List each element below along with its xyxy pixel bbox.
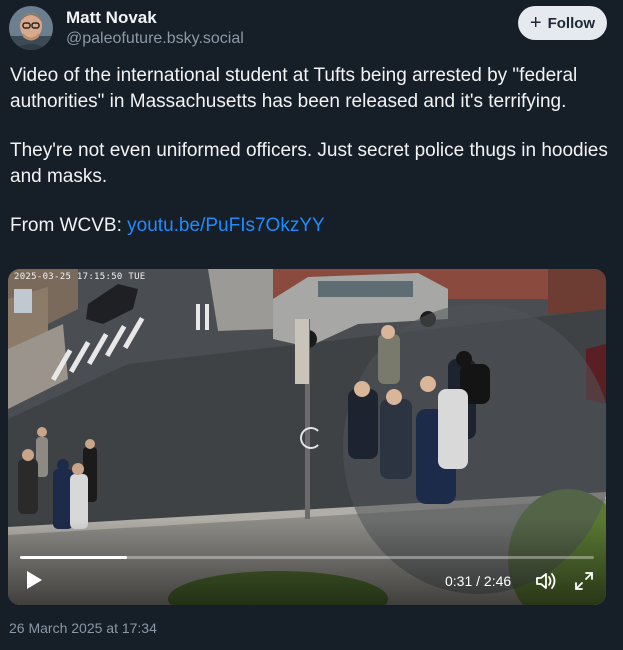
loading-spinner-icon [300,427,322,449]
video-progress-bar[interactable] [20,556,594,559]
volume-icon [536,573,556,589]
plus-icon: + [529,12,542,34]
author-handle[interactable]: @paleofuture.bsky.social [66,30,244,48]
post-text: Video of the international student at Tu… [10,63,610,262]
post-paragraph: They're not even uniformed officers. Jus… [10,140,608,187]
play-icon [27,571,42,589]
video-progress-fill [20,556,128,559]
post-paragraph: From WCVB: youtu.be/PuFIs7OkzYY [10,213,610,239]
user-avatar-icon [9,6,53,50]
post-paragraph: Video of the international student at Tu… [10,65,578,112]
follow-button[interactable]: + Follow [518,6,607,40]
follow-label: Follow [547,14,596,32]
post-date[interactable]: 26 March 2025 at 17:34 [9,620,157,636]
link-prefix: From WCVB: [10,215,128,236]
camera-timestamp: 2025-03-25 17:15:50 TUE [14,272,146,282]
video-time: 0:31 / 2:46 [445,573,512,589]
video-player[interactable]: 2025-03-25 17:15:50 TUE 0:31 / 2:46 [8,269,606,605]
author-name[interactable]: Matt Novak [66,8,157,28]
fullscreen-button[interactable] [574,571,594,591]
youtube-link[interactable]: youtu.be/PuFIs7OkzYY [127,215,325,236]
volume-button[interactable] [535,571,557,591]
avatar[interactable] [9,6,53,50]
play-button[interactable] [22,568,46,592]
fullscreen-icon [575,572,593,590]
